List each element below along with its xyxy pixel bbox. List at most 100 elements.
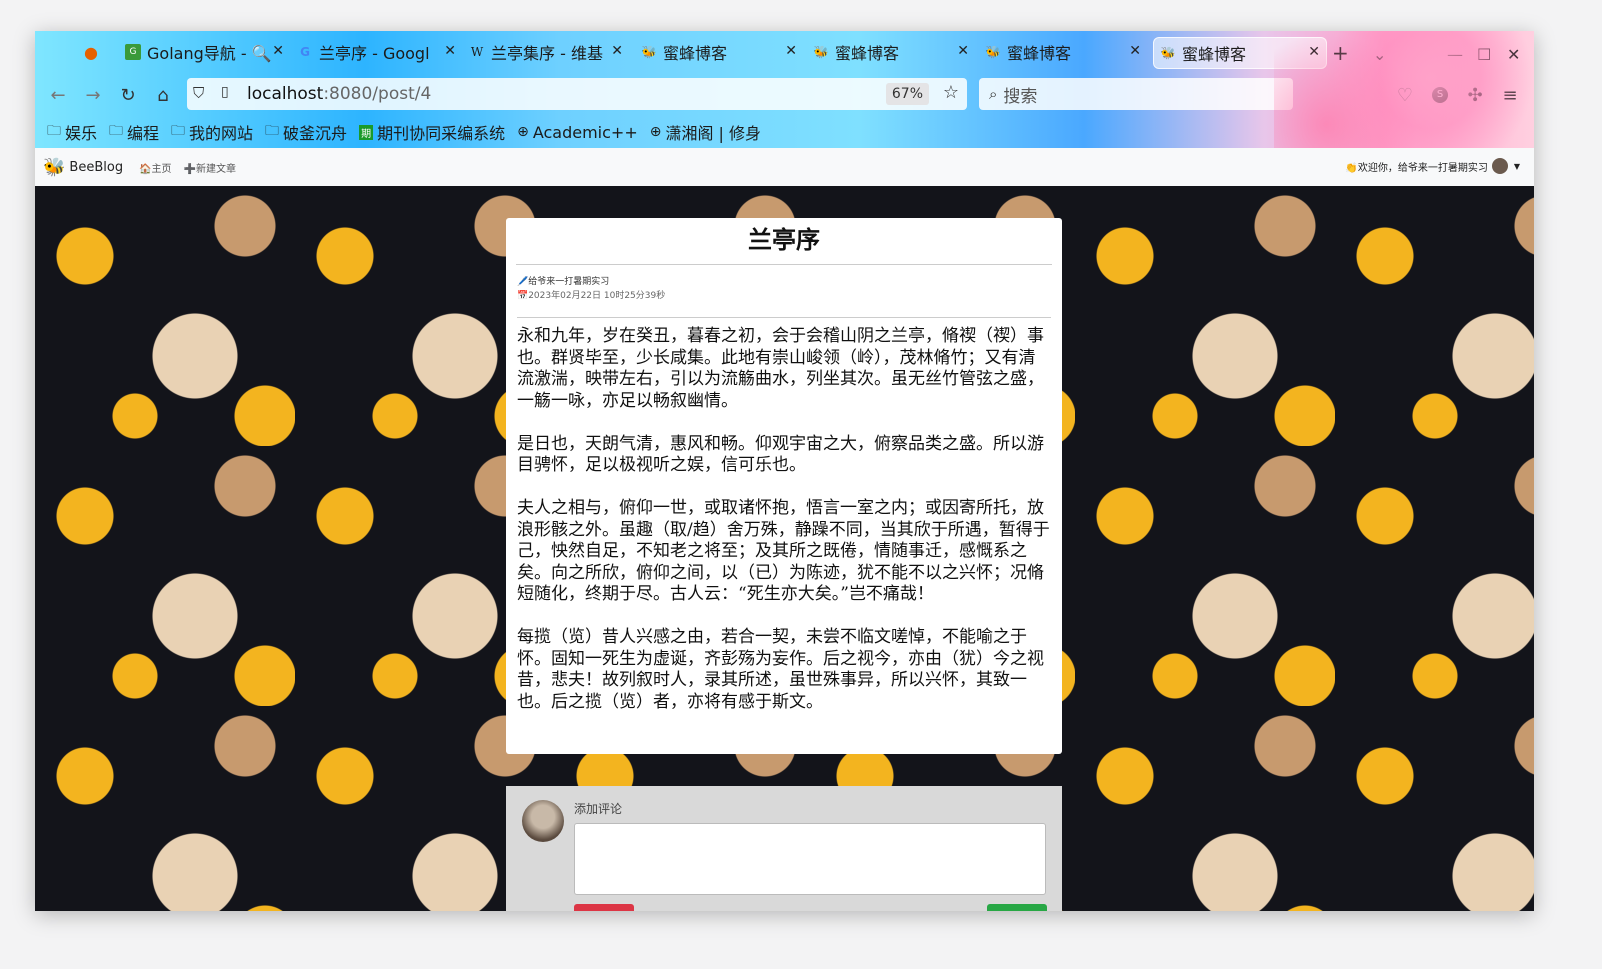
- tab-google[interactable]: G 兰亭序 - Googl ✕: [297, 37, 462, 67]
- bookmark-journal-system[interactable]: 期期刊协同采编系统: [359, 120, 505, 144]
- page-content: 🐝 BeeBlog 🏠主页 ➕新建文章 👏欢迎你，给爷来一打暑期实习 ▼ 兰亭序 …: [35, 148, 1534, 911]
- close-icon[interactable]: ✕: [785, 43, 797, 59]
- post-meta: 🖊️给爷来一打暑期实习 📅2023年02月22日 10时25分39秒: [517, 275, 1051, 318]
- url-path: :8080/post/4: [323, 84, 432, 104]
- bee-favicon: 🐝: [813, 45, 829, 59]
- close-icon[interactable]: ✕: [444, 43, 456, 59]
- close-icon[interactable]: ✕: [611, 43, 623, 59]
- nav-home-link[interactable]: 🏠主页: [139, 160, 171, 175]
- page-icon[interactable]: ▯: [221, 84, 229, 100]
- bookmark-label: 编程: [127, 124, 160, 143]
- tab-label: 蜜蜂博客: [663, 44, 728, 63]
- shield-icon[interactable]: ⛉: [193, 84, 204, 102]
- tab-label: Golang导航 - 🔍: [147, 44, 272, 63]
- bee-favicon: 🐝: [641, 45, 657, 59]
- site-brand[interactable]: 🐝 BeeBlog: [43, 157, 123, 178]
- extensions-puzzle-icon[interactable]: ✣: [1463, 83, 1487, 107]
- tab-beeblog-1[interactable]: 🐝 蜜蜂博客 ✕: [641, 37, 803, 67]
- zoom-level-button[interactable]: 67%: [885, 83, 929, 105]
- post-body: 永和九年，岁在癸丑，暮春之初，会于会稽山阴之兰亭，脩禊（禊）事也。群贤毕至，少长…: [517, 326, 1051, 713]
- welcome-text: 👏欢迎你，给爷来一打暑期实习: [1345, 162, 1488, 174]
- folder-icon: 🗀: [265, 123, 280, 139]
- reload-icon[interactable]: ↻: [116, 83, 140, 107]
- maximize-icon[interactable]: ☐: [1477, 45, 1491, 64]
- bookmark-label: 破釜沉舟: [283, 124, 348, 143]
- tab-strip: ● G Golang导航 - 🔍 ✕ G 兰亭序 - Googl ✕ W 兰亭集…: [35, 37, 1534, 69]
- close-icon[interactable]: ✕: [957, 43, 969, 59]
- bookmark-academic[interactable]: ⊕ Academic++: [517, 123, 638, 142]
- close-icon[interactable]: ✕: [272, 43, 284, 59]
- bookmark-label: 我的网站: [189, 124, 254, 143]
- search-input[interactable]: ⌕ 搜索: [979, 78, 1293, 110]
- folder-icon: 🗀: [109, 123, 124, 139]
- tab-beeblog-2[interactable]: 🐝 蜜蜂博客 ✕: [813, 37, 975, 67]
- journal-favicon: 期: [359, 124, 374, 140]
- avatar: [522, 800, 564, 842]
- search-icon: ⌕: [989, 85, 998, 103]
- post-paragraph: 每揽（览）昔人兴感之由，若合一契，未尝不临文嗟悼，不能喻之于怀。固知一死生为虚诞…: [517, 627, 1044, 712]
- user-dropdown[interactable]: 👏欢迎你，给爷来一打暑期实习 ▼: [1345, 158, 1520, 174]
- bee-favicon: 🐝: [1160, 46, 1176, 60]
- bookmark-folder-entertainment[interactable]: 🗀 娱乐: [47, 120, 97, 144]
- bookmark-folder-pofu[interactable]: 🗀 破釜沉舟: [265, 120, 347, 144]
- avatar: [1491, 158, 1508, 174]
- bookmark-folder-my-sites[interactable]: 🗀 我的网站: [171, 120, 253, 144]
- forward-arrow-icon[interactable]: →: [81, 83, 105, 107]
- close-icon[interactable]: ✕: [1308, 44, 1320, 60]
- brand-name: BeeBlog: [69, 159, 124, 175]
- tab-label: 兰亭集序 - 维基: [491, 44, 603, 63]
- tab-beeblog-3[interactable]: 🐝 蜜蜂博客 ✕: [985, 37, 1147, 67]
- bookmark-star-icon[interactable]: ☆: [943, 82, 959, 103]
- tab-beeblog-active[interactable]: 🐝 蜜蜂博客 ✕: [1153, 37, 1327, 69]
- bookmark-label: 娱乐: [65, 124, 98, 143]
- firefox-view-button[interactable]: ●: [83, 37, 103, 67]
- url-host: localhost: [247, 84, 324, 104]
- golang-nav-favicon: G: [125, 44, 141, 60]
- minimize-icon[interactable]: —: [1447, 45, 1463, 64]
- folder-icon: 🗀: [47, 123, 61, 139]
- pocket-icon[interactable]: ♡: [1393, 83, 1417, 107]
- globe-icon: ⊕: [649, 124, 662, 140]
- tab-label: 蜜蜂博客: [1007, 44, 1072, 63]
- close-window-icon[interactable]: ✕: [1507, 45, 1520, 64]
- browser-chrome: ● G Golang导航 - 🔍 ✕ G 兰亭序 - Googl ✕ W 兰亭集…: [35, 31, 1534, 148]
- extension-s-icon[interactable]: S: [1428, 83, 1452, 107]
- submit-comment-button[interactable]: [987, 904, 1047, 911]
- post-paragraph: 永和九年，岁在癸丑，暮春之初，会于会稽山阴之兰亭，脩禊（禊）事也。群贤毕至，少长…: [517, 326, 1044, 411]
- post-title: 兰亭序: [516, 218, 1052, 265]
- bookmark-folder-programming[interactable]: 🗀 编程: [109, 120, 159, 144]
- cancel-button[interactable]: [574, 904, 634, 911]
- globe-icon: ⊕: [517, 124, 529, 140]
- firefox-icon: ●: [84, 42, 98, 62]
- close-icon[interactable]: ✕: [1129, 43, 1141, 59]
- new-tab-button[interactable]: +: [1332, 41, 1349, 65]
- post-paragraph: 夫人之相与，俯仰一世，或取诸怀抱，悟言一室之内；或因寄所托，放浪形骸之外。虽趣（…: [517, 498, 1050, 604]
- back-arrow-icon[interactable]: ←: [46, 83, 70, 107]
- google-favicon: G: [300, 45, 310, 59]
- bookmarks-toolbar: 🗀 娱乐 🗀 编程 🗀 我的网站 🗀 破釜沉舟 期期刊协同采编系统 ⊕ Academic+…: [35, 117, 1534, 147]
- navigation-toolbar: ← → ↻ ⌂ ⛉ ▯ localhost:8080/post/4 67% ☆ …: [35, 75, 1534, 115]
- tab-label: 蜜蜂博客: [835, 44, 900, 63]
- url-bar[interactable]: ⛉ ▯ localhost:8080/post/4 67% ☆: [187, 78, 967, 110]
- menu-hamburger-icon[interactable]: ≡: [1498, 83, 1522, 107]
- comment-textarea[interactable]: [574, 823, 1046, 895]
- post-card: 兰亭序 🖊️给爷来一打暑期实习 📅2023年02月22日 10时25分39秒 永…: [506, 218, 1062, 754]
- bee-logo-icon: 🐝: [43, 156, 66, 178]
- home-icon[interactable]: ⌂: [151, 83, 175, 107]
- nav-new-post-link[interactable]: ➕新建文章: [184, 160, 236, 175]
- bookmark-label: Academic++: [532, 122, 638, 142]
- bookmark-xiaoxiangge[interactable]: ⊕ 潇湘阁 | 修身: [650, 120, 761, 144]
- search-placeholder: 搜索: [1003, 86, 1038, 107]
- url-text[interactable]: localhost:8080/post/4: [247, 84, 431, 104]
- list-tabs-chevron-icon[interactable]: ⌄: [1373, 45, 1386, 64]
- tab-label: 兰亭序 - Googl: [319, 44, 430, 63]
- tab-golang[interactable]: G Golang导航 - 🔍 ✕: [125, 37, 290, 67]
- tab-label: 蜜蜂博客: [1182, 45, 1247, 64]
- comment-label: 添加评论: [574, 802, 623, 816]
- tab-wikipedia[interactable]: W 兰亭集序 - 维基 ✕: [469, 37, 629, 67]
- post-author: 🖊️给爷来一打暑期实习: [517, 277, 610, 287]
- site-navbar: 🐝 BeeBlog 🏠主页 ➕新建文章 👏欢迎你，给爷来一打暑期实习 ▼: [35, 148, 1534, 187]
- bee-favicon: 🐝: [985, 45, 1001, 59]
- wikipedia-favicon: W: [470, 45, 484, 59]
- browser-window: ● G Golang导航 - 🔍 ✕ G 兰亭序 - Googl ✕ W 兰亭集…: [35, 31, 1534, 911]
